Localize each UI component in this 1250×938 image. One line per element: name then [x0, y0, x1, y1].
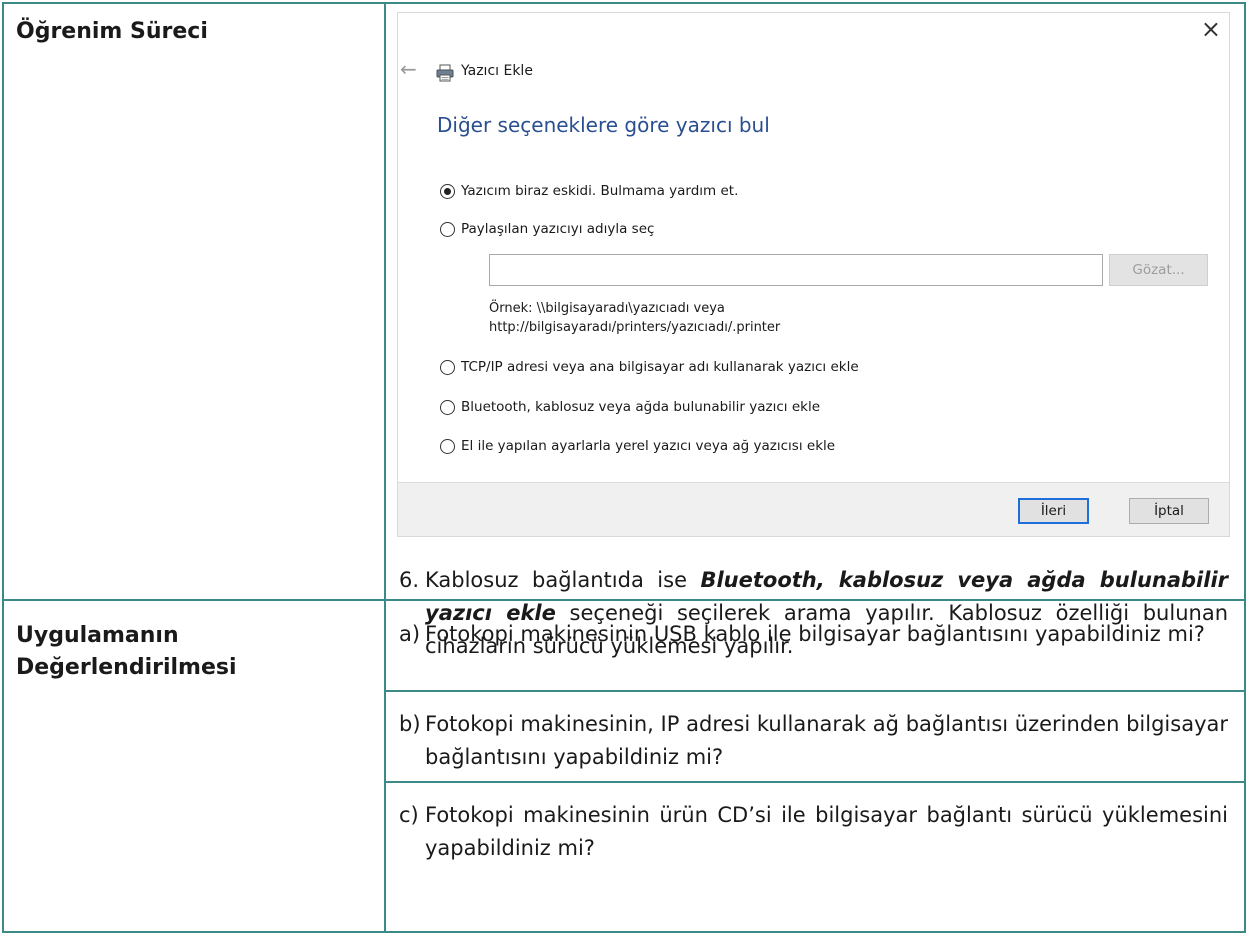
item-divider-a	[386, 690, 1244, 692]
option-manual[interactable]: El ile yapılan ayarlarla yerel yazıcı ve…	[440, 438, 835, 454]
close-icon[interactable]: ×	[1201, 15, 1221, 43]
item-marker: c)	[399, 803, 419, 827]
example-line2: http://bilgisayaradı/printers/yazıcıadı/…	[489, 320, 781, 335]
item-text: Fotokopi makinesinin, IP adresi kullanar…	[425, 712, 1228, 769]
printer-name-input[interactable]	[489, 254, 1103, 286]
option-label: Yazıcım biraz eskidi. Bulmama yardım et.	[461, 183, 739, 199]
row-label-evaluation-line1: Uygulamanın	[16, 623, 179, 648]
printer-icon	[436, 64, 454, 82]
option-label: El ile yapılan ayarlarla yerel yazıcı ve…	[461, 438, 836, 454]
option-label: TCP/IP adresi veya ana bilgisayar adı ku…	[461, 359, 859, 375]
item-text: Fotokopi makinesinin USB kablo ile bilgi…	[425, 622, 1205, 646]
item-text: Fotokopi makinesinin ürün CD’si ile bilg…	[425, 803, 1228, 860]
step-text-before: Kablosuz bağlantıda ise	[425, 568, 701, 592]
radio-icon[interactable]	[440, 221, 455, 237]
option-shared-printer[interactable]: Paylaşılan yazıcıyı adıyla seç	[440, 221, 654, 237]
row-label-evaluation-line2: Değerlendirilmesi	[16, 655, 237, 680]
step-marker: 6.	[399, 568, 420, 592]
cancel-button[interactable]: İptal	[1129, 498, 1209, 524]
option-old-printer[interactable]: Yazıcım biraz eskidi. Bulmama yardım et.	[440, 183, 738, 199]
dialog-heading: Diğer seçeneklere göre yazıcı bul	[437, 113, 770, 137]
browse-button[interactable]: Gözat...	[1109, 254, 1208, 286]
option-label: Paylaşılan yazıcıyı adıyla seç	[461, 221, 655, 237]
option-tcpip[interactable]: TCP/IP adresi veya ana bilgisayar adı ku…	[440, 359, 859, 375]
next-button[interactable]: İleri	[1018, 498, 1089, 524]
radio-icon[interactable]	[440, 438, 455, 454]
option-bluetooth[interactable]: Bluetooth, kablosuz veya ağda bulunabili…	[440, 399, 820, 415]
row-label-evaluation: Uygulamanın Değerlendirilmesi	[4, 620, 384, 684]
back-arrow-icon[interactable]: ←	[400, 57, 417, 81]
column-divider	[384, 4, 386, 931]
radio-icon[interactable]	[440, 399, 455, 415]
item-marker: b)	[399, 712, 421, 736]
radio-icon[interactable]	[440, 359, 455, 375]
option-label: Bluetooth, kablosuz veya ağda bulunabili…	[461, 399, 821, 415]
dialog-title: Yazıcı Ekle	[461, 63, 533, 79]
item-marker: a)	[399, 622, 421, 646]
item-divider-b	[386, 781, 1244, 783]
example-text: Örnek: \\bilgisayaradı\yazıcıadı veya ht…	[489, 299, 780, 337]
dialog-footer: İleri İptal	[398, 482, 1229, 536]
radio-selected-icon[interactable]	[440, 183, 455, 199]
example-line1: Örnek: \\bilgisayaradı\yazıcıadı veya	[489, 301, 725, 316]
row-label-learning-process: Öğrenim Süreci	[16, 19, 208, 44]
add-printer-dialog: × ← Yazıcı Ekle Diğer seçeneklere göre y…	[397, 12, 1230, 537]
